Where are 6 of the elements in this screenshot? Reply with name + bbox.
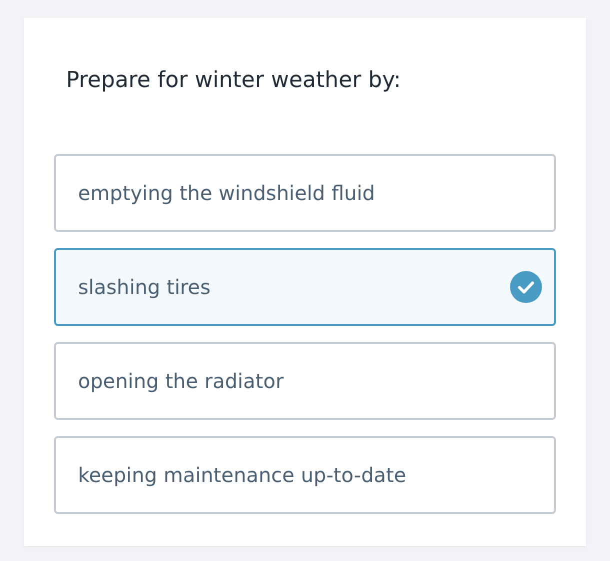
checkmark-icon <box>510 271 542 303</box>
answer-option[interactable]: keeping maintenance up-to-date <box>54 436 556 514</box>
answer-option[interactable]: opening the radiator <box>54 342 556 420</box>
answer-option[interactable]: slashing tires <box>54 248 556 326</box>
question-text: Prepare for winter weather by: <box>65 67 402 95</box>
answer-option[interactable]: emptying the windshield fluid <box>54 154 556 232</box>
